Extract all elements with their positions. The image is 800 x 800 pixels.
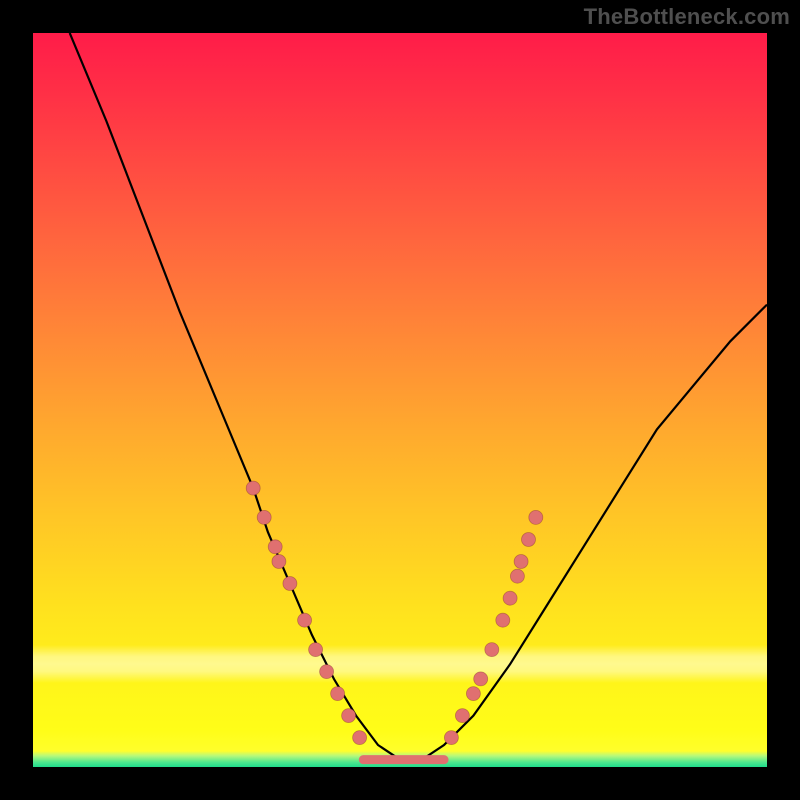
marker-dot <box>283 577 297 591</box>
chart-frame: TheBottleneck.com <box>0 0 800 800</box>
marker-dot <box>320 665 334 679</box>
marker-dot <box>503 591 517 605</box>
marker-dot <box>455 709 469 723</box>
marker-dot <box>272 555 286 569</box>
marker-dot <box>522 533 536 547</box>
marker-dot <box>268 540 282 554</box>
watermark-text: TheBottleneck.com <box>584 4 790 30</box>
marker-dot <box>485 643 499 657</box>
marker-dot <box>298 613 312 627</box>
marker-dot <box>246 481 260 495</box>
marker-dot <box>444 731 458 745</box>
marker-dot <box>331 687 345 701</box>
marker-dot <box>510 569 524 583</box>
curve-markers <box>246 481 543 744</box>
bottleneck-curve <box>70 33 767 760</box>
marker-dot <box>466 687 480 701</box>
bottleneck-curve-svg <box>33 33 767 767</box>
marker-dot <box>496 613 510 627</box>
plot-area <box>33 33 767 767</box>
marker-dot <box>342 709 356 723</box>
marker-dot <box>529 510 543 524</box>
marker-dot <box>257 510 271 524</box>
marker-dot <box>514 555 528 569</box>
marker-dot <box>474 672 488 686</box>
marker-dot <box>353 731 367 745</box>
marker-dot <box>309 643 323 657</box>
